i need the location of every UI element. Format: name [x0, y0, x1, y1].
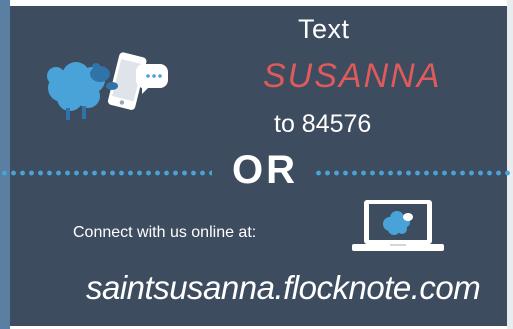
- right-edge-strip: [507, 0, 513, 329]
- text-instruction: Text: [298, 14, 350, 44]
- flocknote-url[interactable]: saintsusanna.flocknote.com: [86, 269, 481, 307]
- sheep-with-phone-icon: [47, 52, 168, 120]
- divider-dots-left: [0, 170, 212, 176]
- keyword: SUSANNA: [263, 57, 442, 95]
- left-edge-strip: [0, 0, 10, 329]
- divider-dots-right: [314, 170, 513, 176]
- laptop-with-sheep-icon: [352, 200, 444, 251]
- short-code: to 84576: [274, 110, 372, 138]
- connect-label: Connect with us online at:: [73, 224, 257, 241]
- or-divider: OR: [232, 148, 298, 192]
